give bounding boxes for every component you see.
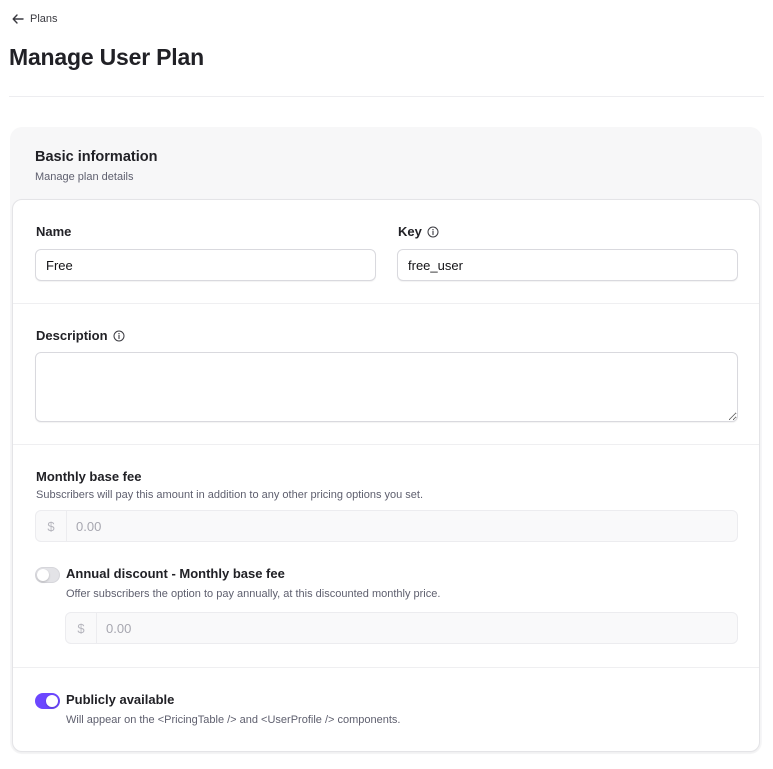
annual-discount-label: Annual discount - Monthly base fee: [66, 566, 285, 581]
key-input[interactable]: [397, 249, 738, 281]
header-divider: [9, 96, 764, 97]
page-title: Manage User Plan: [9, 44, 204, 70]
basic-information-card: Basic information Manage plan details Na…: [10, 127, 762, 754]
monthly-fee-label: Monthly base fee: [36, 469, 141, 484]
key-label-text: Key: [398, 224, 422, 239]
annual-discount-help: Offer subscribers the option to pay annu…: [66, 588, 441, 600]
description-info-icon[interactable]: [113, 330, 125, 342]
annual-discount-label-text: Annual discount - Monthly base fee: [66, 566, 285, 581]
description-textarea[interactable]: [35, 352, 738, 422]
key-label: Key: [398, 224, 439, 239]
monthly-fee-help: Subscribers will pay this amount in addi…: [36, 489, 424, 501]
public-section: Publicly available Will appear on the <P…: [13, 668, 759, 752]
pricing-section: Monthly base fee Subscribers will pay th…: [13, 445, 759, 668]
annual-discount-field: $: [65, 612, 738, 644]
publicly-available-toggle-knob: [46, 695, 58, 707]
monthly-fee-label-text: Monthly base fee: [36, 469, 142, 484]
description-section: Description: [13, 304, 759, 445]
publicly-available-label: Publicly available: [66, 692, 174, 707]
name-label: Name: [36, 224, 71, 239]
key-info-icon[interactable]: [427, 226, 439, 238]
monthly-fee-currency: $: [36, 511, 67, 541]
annual-discount-toggle[interactable]: [35, 567, 60, 583]
publicly-available-help: Will appear on the <PricingTable /> and …: [66, 714, 401, 726]
card-subtitle: Manage plan details: [35, 171, 134, 183]
publicly-available-label-text: Publicly available: [66, 692, 175, 707]
description-label-text: Description: [36, 328, 108, 343]
description-label: Description: [36, 328, 125, 343]
name-input[interactable]: [35, 249, 376, 281]
back-link-label: Plans: [30, 13, 58, 25]
annual-discount-toggle-knob: [37, 569, 49, 581]
monthly-fee-field: $: [35, 510, 738, 542]
plan-form: Name Key Description: [12, 199, 760, 752]
arrow-left-icon: [12, 14, 24, 24]
annual-discount-input[interactable]: [97, 613, 737, 643]
card-title: Basic information: [35, 149, 158, 165]
publicly-available-toggle[interactable]: [35, 693, 60, 709]
monthly-fee-input[interactable]: [67, 511, 737, 541]
name-key-section: Name Key: [13, 200, 759, 304]
name-label-text: Name: [36, 224, 72, 239]
back-to-plans-link[interactable]: Plans: [12, 11, 58, 27]
annual-discount-currency: $: [66, 613, 97, 643]
